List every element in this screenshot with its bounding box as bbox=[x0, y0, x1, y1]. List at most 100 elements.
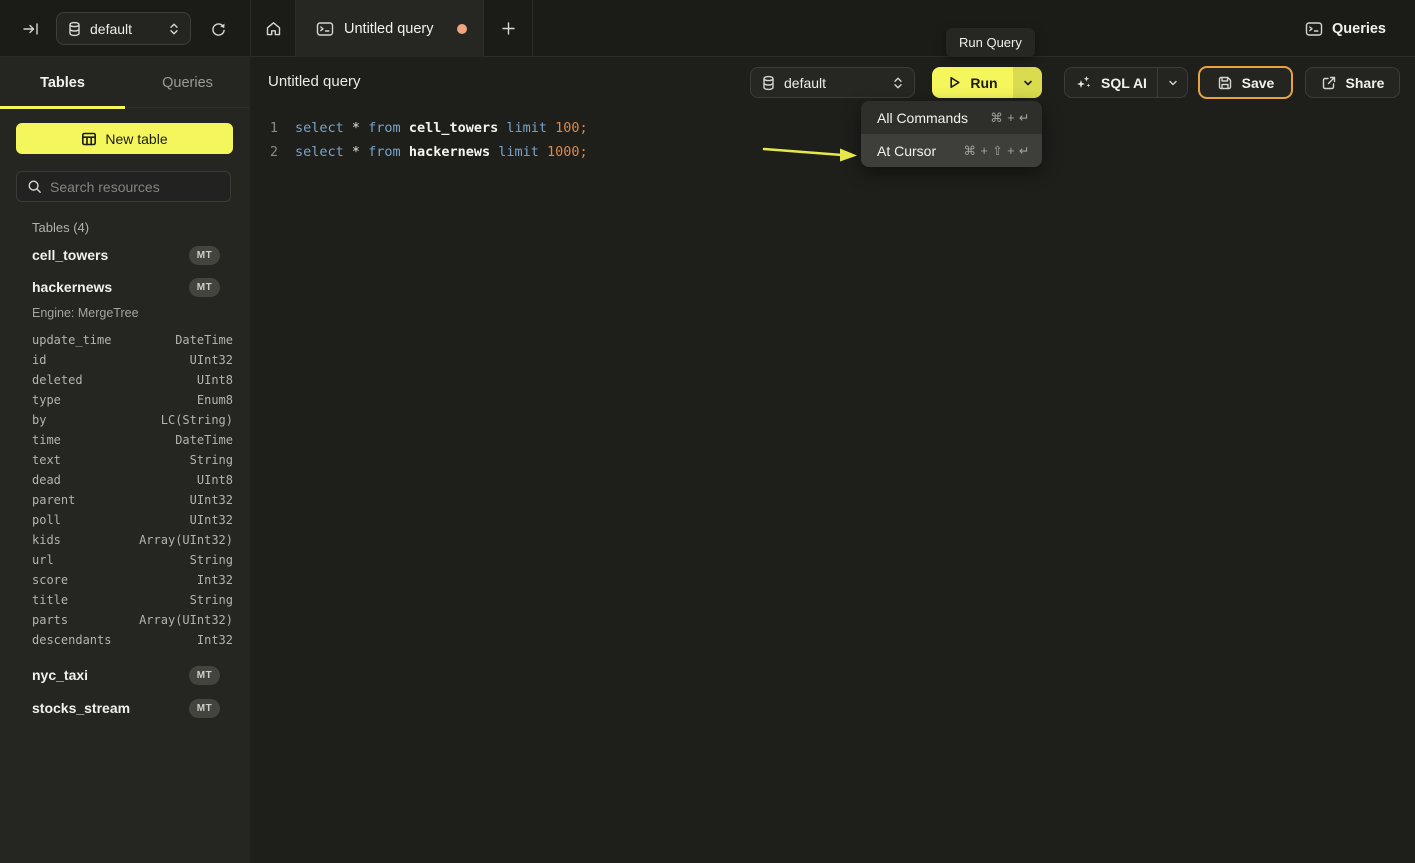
editor-database-selector[interactable]: default bbox=[750, 67, 915, 98]
sql-ai-options-button[interactable] bbox=[1157, 68, 1187, 97]
code-line: 2select * from hackernews limit 1000; bbox=[250, 140, 1415, 164]
column-name: url bbox=[32, 553, 190, 567]
terminal-icon bbox=[316, 21, 334, 37]
sql-ai-label: SQL AI bbox=[1101, 75, 1147, 91]
sql-ai-main[interactable]: SQL AI bbox=[1065, 68, 1157, 97]
table-name: cell_towers bbox=[32, 247, 189, 263]
share-icon bbox=[1321, 75, 1337, 91]
tab-label: Untitled query bbox=[344, 21, 447, 37]
code-line: 1select * from cell_towers limit 100; bbox=[250, 116, 1415, 140]
sidebar-tab-tables[interactable]: Tables bbox=[0, 57, 125, 108]
editor-database-value: default bbox=[784, 75, 884, 91]
run-menu-item-all-commands[interactable]: All Commands⌘ + ↵ bbox=[861, 101, 1042, 134]
column-row: pollUInt32 bbox=[0, 510, 250, 530]
column-row: deadUInt8 bbox=[0, 470, 250, 490]
save-button-label: Save bbox=[1242, 75, 1275, 91]
sql-ai-button[interactable]: SQL AI bbox=[1064, 67, 1188, 98]
plus-icon bbox=[501, 21, 516, 36]
column-name: poll bbox=[32, 513, 190, 527]
code-token: 1000 bbox=[547, 144, 580, 160]
tab-untitled-query[interactable]: Untitled query bbox=[296, 0, 484, 57]
run-options-button[interactable] bbox=[1013, 67, 1042, 98]
engine-badge: MT bbox=[189, 699, 220, 718]
column-type: Array(UInt32) bbox=[139, 613, 233, 627]
code-token: * bbox=[352, 120, 368, 136]
column-name: parent bbox=[32, 493, 190, 507]
home-icon bbox=[265, 21, 282, 37]
column-type: LC(String) bbox=[161, 413, 233, 427]
column-type: UInt8 bbox=[197, 473, 233, 487]
menu-item-label: At Cursor bbox=[877, 143, 956, 159]
table-name: nyc_taxi bbox=[32, 667, 189, 683]
database-icon bbox=[761, 75, 776, 91]
collapse-sidebar-button[interactable] bbox=[16, 14, 46, 44]
share-button[interactable]: Share bbox=[1305, 67, 1400, 98]
hackernews-columns-list: update_timeDateTimeidUInt32deletedUInt8t… bbox=[0, 330, 250, 650]
new-table-button[interactable]: New table bbox=[16, 123, 233, 154]
column-row: deletedUInt8 bbox=[0, 370, 250, 390]
column-name: score bbox=[32, 573, 197, 587]
table-row-stocks-stream[interactable]: stocks_stream MT bbox=[0, 696, 250, 720]
sql-editor[interactable]: 1select * from cell_towers limit 100;2se… bbox=[250, 108, 1415, 863]
engine-badge: MT bbox=[189, 666, 220, 685]
code-token: * bbox=[352, 144, 368, 160]
queries-button[interactable]: Queries bbox=[1293, 0, 1398, 57]
column-type: String bbox=[190, 553, 233, 567]
column-row: titleString bbox=[0, 590, 250, 610]
column-row: idUInt32 bbox=[0, 350, 250, 370]
table-row-hackernews[interactable]: hackernews MT bbox=[0, 275, 250, 299]
save-icon bbox=[1217, 75, 1233, 91]
table-row-cell-towers[interactable]: cell_towers MT bbox=[0, 243, 250, 267]
topbar-database-selector[interactable]: default bbox=[56, 12, 191, 45]
run-button[interactable]: Run bbox=[932, 67, 1013, 98]
column-type: Int32 bbox=[197, 573, 233, 587]
column-name: update_time bbox=[32, 333, 175, 347]
editor-header: Untitled query default Run bbox=[250, 57, 1415, 108]
code-token: select bbox=[295, 120, 352, 136]
column-row: kidsArray(UInt32) bbox=[0, 530, 250, 550]
sidebar-tabs: Tables Queries bbox=[0, 57, 250, 108]
search-resources-box bbox=[16, 171, 231, 202]
save-button[interactable]: Save bbox=[1198, 66, 1293, 99]
sidebar-tab-queries-label: Queries bbox=[162, 75, 213, 91]
topbar-database-value: default bbox=[90, 21, 160, 37]
search-icon bbox=[27, 179, 42, 194]
column-name: deleted bbox=[32, 373, 197, 387]
play-icon bbox=[947, 75, 962, 90]
tab-home[interactable] bbox=[250, 0, 296, 57]
line-number: 1 bbox=[250, 120, 278, 136]
refresh-button[interactable] bbox=[203, 14, 233, 44]
table-row-nyc-taxi[interactable]: nyc_taxi MT bbox=[0, 663, 250, 687]
run-menu-item-at-cursor[interactable]: At Cursor⌘ + ⇧ + ↵ bbox=[861, 134, 1042, 167]
table-name: stocks_stream bbox=[32, 700, 189, 716]
code-token: from bbox=[368, 144, 409, 160]
column-row: typeEnum8 bbox=[0, 390, 250, 410]
chevron-down-icon bbox=[1022, 77, 1034, 89]
column-type: UInt32 bbox=[190, 513, 233, 527]
column-name: text bbox=[32, 453, 190, 467]
chevron-updown-icon bbox=[892, 76, 904, 90]
sidebar-tab-queries[interactable]: Queries bbox=[125, 57, 250, 108]
tables-section-label: Tables (4) bbox=[32, 220, 89, 235]
queries-terminal-icon bbox=[1305, 21, 1323, 37]
column-type: DateTime bbox=[175, 433, 233, 447]
new-tab-button[interactable] bbox=[484, 0, 533, 57]
database-icon bbox=[67, 21, 82, 37]
sidebar-tab-tables-label: Tables bbox=[40, 75, 85, 91]
menu-item-shortcut: ⌘ + ↵ bbox=[990, 110, 1030, 125]
app-root: default Untitled query bbox=[0, 0, 1415, 863]
active-tab-underline bbox=[0, 106, 125, 109]
code-token: select bbox=[295, 144, 352, 160]
column-name: descendants bbox=[32, 633, 197, 647]
sparkles-icon bbox=[1075, 74, 1092, 91]
sidebar: Tables Queries New table Tables (4) cell… bbox=[0, 57, 250, 863]
column-type: UInt8 bbox=[197, 373, 233, 387]
code-token: limit bbox=[498, 144, 547, 160]
search-resources-input[interactable] bbox=[50, 179, 231, 195]
code-token: 100 bbox=[555, 120, 579, 136]
code-token: limit bbox=[506, 120, 555, 136]
column-row: timeDateTime bbox=[0, 430, 250, 450]
run-button-label: Run bbox=[970, 75, 997, 91]
run-split-button: Run bbox=[932, 67, 1042, 98]
collapse-sidebar-icon bbox=[22, 21, 40, 37]
